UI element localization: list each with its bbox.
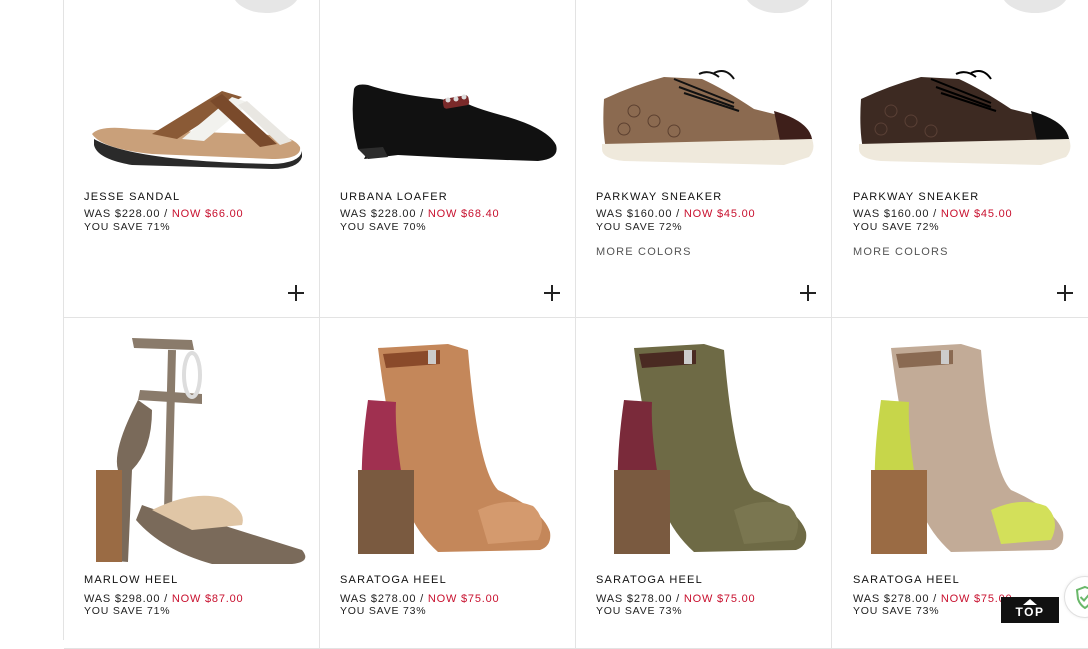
was-price: WAS $228.00 / xyxy=(340,208,424,220)
product-row: MARLOW HEEL WAS $298.00 / NOW $87.00 YOU… xyxy=(64,318,1088,649)
product-price: WAS $278.00 / NOW $75.00 xyxy=(340,594,499,605)
product-card[interactable]: PARKWAY SNEAKER WAS $160.00 / NOW $45.00… xyxy=(833,0,1088,317)
product-name[interactable]: MARLOW HEEL xyxy=(84,574,179,586)
product-price: WAS $160.00 / NOW $45.00 xyxy=(853,209,1012,220)
product-name[interactable]: URBANA LOAFER xyxy=(340,191,448,203)
product-card[interactable]: SARATOGA HEEL WAS $278.00 / NOW $75.00 Y… xyxy=(576,318,832,648)
product-card[interactable]: JESSE SANDAL WAS $228.00 / NOW $66.00 YO… xyxy=(64,0,320,317)
product-price: WAS $298.00 / NOW $87.00 xyxy=(84,594,243,605)
product-price: WAS $278.00 / NOW $75.00 xyxy=(596,594,755,605)
was-price: WAS $160.00 / xyxy=(596,208,680,220)
product-price: WAS $228.00 / NOW $66.00 xyxy=(84,209,243,220)
urbana-loafer-image[interactable] xyxy=(328,0,568,189)
product-name[interactable]: PARKWAY SNEAKER xyxy=(596,191,722,203)
you-save-text: YOU SAVE 73% xyxy=(853,605,940,617)
saratoga-heel-image[interactable] xyxy=(841,320,1081,570)
was-price: WAS $160.00 / xyxy=(853,208,937,220)
back-to-top-button[interactable]: TOP xyxy=(1001,597,1059,623)
was-price: WAS $298.00 / xyxy=(84,593,168,605)
shield-check-icon[interactable] xyxy=(1064,576,1088,618)
now-price: NOW $87.00 xyxy=(171,593,244,605)
you-save-text: YOU SAVE 73% xyxy=(596,605,683,617)
parkway-sneaker-image[interactable] xyxy=(584,0,824,189)
product-card[interactable]: SARATOGA HEEL WAS $278.00 / NOW $75.00 Y… xyxy=(320,318,576,648)
now-price: NOW $75.00 xyxy=(683,593,756,605)
you-save-text: YOU SAVE 70% xyxy=(340,221,427,233)
you-save-text: YOU SAVE 73% xyxy=(340,605,427,617)
parkway-sneaker-image[interactable] xyxy=(841,0,1081,189)
product-name[interactable]: SARATOGA HEEL xyxy=(340,574,447,586)
top-label: TOP xyxy=(1015,605,1045,619)
you-save-text: YOU SAVE 71% xyxy=(84,605,171,617)
saratoga-heel-image[interactable] xyxy=(328,320,568,570)
now-price: NOW $68.40 xyxy=(427,208,500,220)
was-price: WAS $278.00 / xyxy=(340,593,424,605)
product-name[interactable]: SARATOGA HEEL xyxy=(853,574,960,586)
product-card[interactable]: PARKWAY SNEAKER WAS $160.00 / NOW $45.00… xyxy=(576,0,832,317)
product-name[interactable]: JESSE SANDAL xyxy=(84,191,180,203)
product-price: WAS $278.00 / NOW $75.00 xyxy=(853,594,1012,605)
now-price: NOW $66.00 xyxy=(171,208,244,220)
product-grid: JESSE SANDAL WAS $228.00 / NOW $66.00 YO… xyxy=(63,0,1088,649)
now-price: NOW $45.00 xyxy=(683,208,756,220)
plus-icon[interactable] xyxy=(800,285,816,301)
plus-icon[interactable] xyxy=(544,285,560,301)
was-price: WAS $228.00 / xyxy=(84,208,168,220)
saratoga-heel-image[interactable] xyxy=(584,320,824,570)
product-price: WAS $160.00 / NOW $45.00 xyxy=(596,209,755,220)
plus-icon[interactable] xyxy=(288,285,304,301)
was-price: WAS $278.00 / xyxy=(596,593,680,605)
product-row: JESSE SANDAL WAS $228.00 / NOW $66.00 YO… xyxy=(64,0,1088,318)
you-save-text: YOU SAVE 72% xyxy=(596,221,683,233)
product-price: WAS $228.00 / NOW $68.40 xyxy=(340,209,499,220)
now-price: NOW $45.00 xyxy=(940,208,1013,220)
more-colors-link[interactable]: MORE COLORS xyxy=(596,246,692,258)
was-price: WAS $278.00 / xyxy=(853,593,937,605)
product-card[interactable]: MARLOW HEEL WAS $298.00 / NOW $87.00 YOU… xyxy=(64,318,320,648)
product-name[interactable]: SARATOGA HEEL xyxy=(596,574,703,586)
now-price: NOW $75.00 xyxy=(427,593,500,605)
jesse-sandal-image[interactable] xyxy=(72,0,312,189)
marlow-heel-image[interactable] xyxy=(72,320,312,570)
product-name[interactable]: PARKWAY SNEAKER xyxy=(853,191,979,203)
plus-icon[interactable] xyxy=(1057,285,1073,301)
product-card[interactable]: URBANA LOAFER WAS $228.00 / NOW $68.40 Y… xyxy=(320,0,576,317)
you-save-text: YOU SAVE 72% xyxy=(853,221,940,233)
more-colors-link[interactable]: MORE COLORS xyxy=(853,246,949,258)
you-save-text: YOU SAVE 71% xyxy=(84,221,171,233)
